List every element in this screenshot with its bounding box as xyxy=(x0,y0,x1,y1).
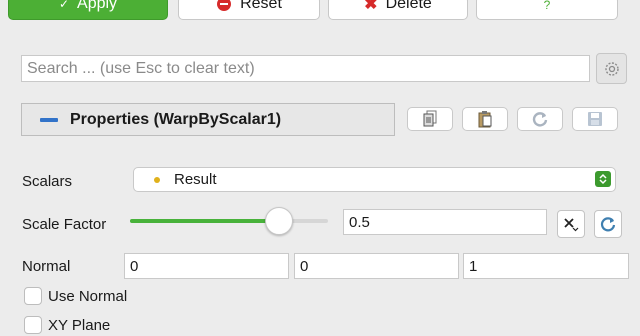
xy-plane-checkbox[interactable] xyxy=(24,316,42,334)
refresh-icon xyxy=(600,217,616,232)
apply-icon: ✓ xyxy=(58,0,70,11)
delete-label: Delete xyxy=(385,0,432,12)
normal-x-input[interactable]: 0 xyxy=(124,253,289,279)
help-button[interactable]: ? xyxy=(476,0,618,20)
copy-icon xyxy=(423,110,437,127)
reset-icon xyxy=(217,0,232,11)
copy-button[interactable] xyxy=(407,107,453,131)
scale-factor-input[interactable]: 0.5 xyxy=(343,209,547,235)
slider-handle[interactable] xyxy=(264,207,293,235)
delete-button[interactable]: ✖ Delete xyxy=(328,0,468,20)
reset-button[interactable]: Reset xyxy=(178,0,320,20)
scale-factor-slider[interactable] xyxy=(130,219,328,223)
scale-mode-button[interactable] xyxy=(557,210,585,238)
properties-header[interactable]: Properties (WarpByScalar1) xyxy=(21,103,395,136)
multiply-dropdown-icon xyxy=(564,218,579,232)
reset-to-default-button[interactable] xyxy=(594,210,622,238)
save-icon xyxy=(588,112,602,126)
help-icon: ? xyxy=(543,0,551,12)
paste-button[interactable] xyxy=(462,107,508,131)
scalars-label: Scalars xyxy=(22,173,73,190)
save-button[interactable] xyxy=(572,107,618,131)
scale-factor-value: 0.5 xyxy=(349,213,370,231)
use-normal-label: Use Normal xyxy=(48,288,128,305)
apply-label: Apply xyxy=(77,0,118,12)
normal-x-value: 0 xyxy=(130,257,139,275)
refresh-icon xyxy=(532,112,548,127)
reset-label: Reset xyxy=(240,0,282,12)
search-input[interactable]: Search ... (use Esc to clear text) xyxy=(21,55,590,82)
point-data-icon xyxy=(154,176,160,183)
scalars-select[interactable]: Result xyxy=(133,167,616,192)
normal-label: Normal xyxy=(22,258,71,275)
delete-icon: ✖ xyxy=(364,0,378,13)
xy-plane-label: XY Plane xyxy=(48,317,111,334)
normal-y-value: 0 xyxy=(300,257,309,275)
normal-z-input[interactable]: 1 xyxy=(463,253,629,279)
properties-title: Properties (WarpByScalar1) xyxy=(70,110,282,128)
use-normal-checkbox[interactable] xyxy=(24,287,42,305)
refresh-button[interactable] xyxy=(517,107,563,131)
dropdown-arrow-icon xyxy=(595,171,611,187)
normal-y-input[interactable]: 0 xyxy=(294,253,459,279)
slider-fill xyxy=(130,219,279,223)
scale-factor-label: Scale Factor xyxy=(22,216,107,233)
normal-z-value: 1 xyxy=(469,257,478,275)
gear-icon xyxy=(604,61,619,76)
paste-icon xyxy=(478,111,492,128)
collapse-icon xyxy=(40,117,58,122)
apply-button[interactable]: ✓ Apply xyxy=(8,0,168,20)
search-placeholder: Search ... (use Esc to clear text) xyxy=(27,59,255,77)
scalars-value: Result xyxy=(174,171,217,188)
search-settings-button[interactable] xyxy=(596,53,627,84)
